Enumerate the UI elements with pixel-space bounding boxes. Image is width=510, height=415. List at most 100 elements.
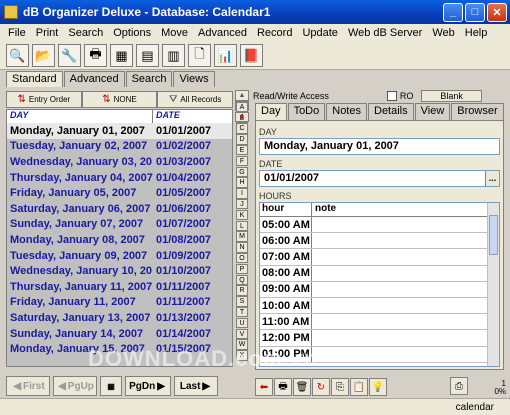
date-field[interactable]: 01/01/2007... [259,170,500,187]
print-icon[interactable]: 🖶 [84,44,107,67]
book-icon[interactable]: 📕 [240,44,263,67]
column-day[interactable]: DAY [7,110,153,123]
list-item[interactable]: Wednesday, January 03, 20 01/03/2007 [7,154,232,170]
tools-icon[interactable]: 🔧 [58,44,81,67]
list-item[interactable]: Tuesday, January 09, 2007 01/09/2007 [7,248,232,264]
menu-web[interactable]: Web [427,27,459,39]
list-item[interactable]: Tuesday, January 02, 2007 01/02/2007 [7,139,232,155]
date-picker-button[interactable]: ... [485,171,499,186]
alpha-letter-n[interactable]: N [236,242,248,253]
alpha-letter-p[interactable]: P [236,263,248,275]
hours-grid[interactable]: hour note 05:00 AM 06:00 AM 07:00 AM 08:00 … [259,202,500,367]
tab-details[interactable]: Details [368,103,414,120]
alpha-letter-t[interactable]: T [236,306,248,318]
list-item[interactable]: Monday, January 01, 2007 01/01/2007 [7,123,232,139]
hour-row[interactable]: 11:00 AM [260,314,499,331]
menu-options[interactable]: Options [108,27,156,39]
alpha-letter-u[interactable]: U [236,317,248,329]
list-item[interactable]: Friday, January 11, 2007 01/11/2007 [7,295,232,311]
last-button[interactable]: Last ▶ [174,376,218,396]
alpha-up-arrow-icon[interactable]: ▲ [235,90,249,101]
day-field[interactable]: Monday, January 01, 2007 [259,138,500,155]
alpha-letter-h[interactable]: H [236,177,248,188]
alpha-letter-o[interactable]: O [236,252,248,264]
tab-standard[interactable]: Standard [6,71,63,87]
form-icon[interactable]: ▥ [162,44,185,67]
alpha-letter-q[interactable]: Q [236,274,248,286]
chart-icon[interactable]: 📊 [214,44,237,67]
hour-row[interactable]: 07:00 AM [260,249,499,266]
ro-checkbox[interactable] [386,91,397,101]
list-item[interactable]: Monday, January 08, 2007 01/08/2007 [7,232,232,248]
list-item[interactable]: Sunday, January 14, 2007 01/14/2007 [7,326,232,342]
menu-record[interactable]: Record [252,27,297,39]
menu-search[interactable]: Search [63,27,108,39]
tab-search[interactable]: Search [125,71,173,87]
page-icon[interactable]: 🗋 [188,44,211,67]
hour-row[interactable]: 05:00 AM [260,217,499,234]
tab-browser[interactable]: Browser [451,103,504,120]
alpha-letter-d[interactable]: D [236,134,248,145]
hour-row[interactable]: 10:00 AM [260,297,499,315]
alpha-letter-i[interactable]: I [236,188,248,199]
refresh-icon[interactable]: ↻ [312,378,330,396]
hour-row[interactable]: 12:00 PM [260,330,499,347]
scrollbar-thumb[interactable] [489,215,498,255]
menu-update[interactable]: Update [297,27,342,39]
tab-view[interactable]: View [414,103,451,120]
tab-advanced[interactable]: Advanced [63,71,125,87]
grid-icon[interactable]: ▤ [136,44,159,67]
alpha-down-arrow-icon[interactable]: ⬇ [235,111,249,123]
hour-row[interactable]: 06:00 AM [260,233,499,250]
tab-todo[interactable]: ToDo [287,103,326,120]
entry-order-button[interactable]: ⇅ Entry Order [6,91,82,108]
lightbulb-icon[interactable]: 💡 [369,378,387,396]
back-arrow-icon[interactable]: ⬅ [255,378,273,396]
list-item[interactable]: Saturday, January 13, 2007 01/13/2007 [7,310,232,326]
menu-help[interactable]: Help [460,27,493,39]
tab-day[interactable]: Day [255,103,287,120]
menu-move[interactable]: Move [156,27,193,39]
alpha-letter-g[interactable]: G [236,166,248,178]
grid-view-icon[interactable]: ▦ [100,376,122,396]
alpha-letter-s[interactable]: S [236,296,248,307]
trash-icon[interactable]: 🗑 [293,378,311,396]
copy-record-icon[interactable]: ⎘ [331,378,349,396]
tab-notes[interactable]: Notes [326,103,367,120]
alpha-letter-c[interactable]: C [236,123,248,134]
menu-file[interactable]: File [3,27,31,39]
paste-record-icon[interactable]: 📋 [350,378,368,396]
list-item[interactable]: Saturday, January 06, 2007 01/06/2007 [7,201,232,217]
first-button[interactable]: ◀ First [6,376,50,396]
menu-print[interactable]: Print [31,27,64,39]
hour-row[interactable]: 09:00 AM [260,281,499,298]
alpha-letter-r[interactable]: R [236,285,248,296]
tab-views[interactable]: Views [173,71,215,87]
list-item[interactable]: Wednesday, January 10, 20 01/10/2007 [7,263,232,279]
column-date[interactable]: DATE [153,110,180,123]
open-folder-icon[interactable]: 📂 [32,44,55,67]
hour-row[interactable]: 08:00 AM [260,265,499,282]
maximize-button[interactable]: □ [465,2,485,22]
blank-button[interactable]: Blank [421,90,482,102]
alpha-letter-f[interactable]: F [236,155,248,167]
minimize-button[interactable]: _ [443,2,463,22]
record-list[interactable]: DAY DATE Monday, January 01, 2007 01/01/2… [6,109,233,367]
table-icon[interactable]: ▦ [110,44,133,67]
alpha-letter-l[interactable]: L [236,220,248,232]
print-icon[interactable]: 🖶 [274,378,292,396]
menu-advanced[interactable]: Advanced [193,27,252,39]
search-icon[interactable]: 🔍 [6,44,29,67]
all-records-button[interactable]: ⛛ All Records [157,91,234,108]
list-item[interactable]: Thursday, January 11, 2007 01/11/2007 [7,279,232,295]
alpha-letter-k[interactable]: K [236,209,248,221]
alpha-letter-m[interactable]: M [236,231,248,242]
list-item[interactable]: Sunday, January 07, 2007 01/07/2007 [7,217,232,233]
export-icon[interactable]: ⎙ [450,377,468,395]
pgdn-button[interactable]: PgDn ▶ [125,376,171,396]
alpha-letter-j[interactable]: J [236,198,248,210]
alpha-letter-v[interactable]: V [236,328,248,340]
list-item[interactable]: Thursday, January 04, 2007 01/04/2007 [7,170,232,186]
pgup-button[interactable]: ◀ PgUp [53,376,97,396]
menu-web-db-server[interactable]: Web dB Server [343,27,427,39]
